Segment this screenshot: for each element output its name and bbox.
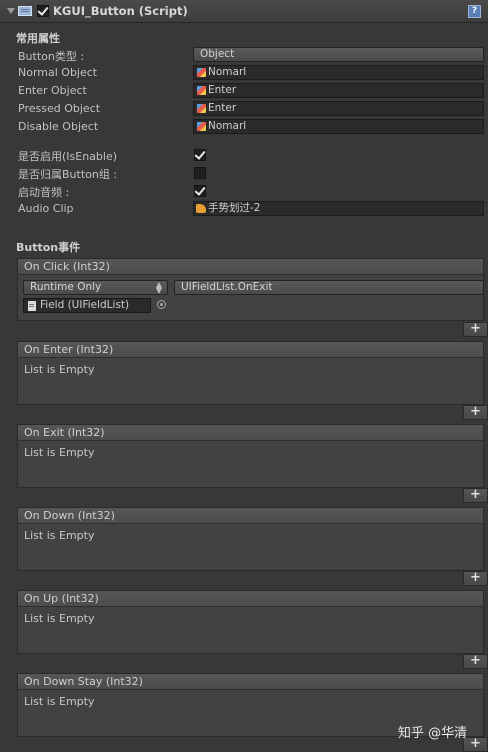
normal-object-label: Normal Object xyxy=(18,66,98,79)
button-type-dropdown[interactable]: Object xyxy=(193,47,484,62)
runtime-mode-value: Runtime Only xyxy=(30,281,102,293)
audio-clip-icon xyxy=(196,204,206,213)
updown-arrow-icon: ▲ ▼ xyxy=(155,280,162,295)
button-type-label: Button类型 : xyxy=(18,50,85,63)
script-file-icon xyxy=(28,301,36,311)
is-enable-checkbox[interactable] xyxy=(194,149,206,161)
normal-object-value: Nomarl xyxy=(208,66,247,78)
pressed-object-label: Pressed Object xyxy=(18,102,101,115)
list-empty-text: List is Empty xyxy=(24,363,95,376)
on-down-add-button[interactable]: + xyxy=(463,571,488,586)
disable-object-label: Disable Object xyxy=(18,120,99,133)
function-dropdown[interactable]: UIFieldList.OnExit xyxy=(174,280,484,295)
list-empty-text: List is Empty xyxy=(24,446,95,459)
button-group-checkbox[interactable] xyxy=(194,167,206,179)
gameobject-icon xyxy=(197,68,206,77)
help-icon[interactable]: ? xyxy=(468,5,481,18)
button-type-value: Object xyxy=(200,48,235,60)
gameobject-icon xyxy=(197,122,206,131)
runtime-mode-dropdown[interactable]: Runtime Only ▲ ▼ xyxy=(23,280,168,295)
list-empty-text: List is Empty xyxy=(24,612,95,625)
button-group-label: 是否归属Button组 : xyxy=(18,168,118,181)
disable-object-field[interactable]: Nomarl xyxy=(193,119,484,134)
audio-enable-checkbox[interactable] xyxy=(194,185,206,197)
is-enable-label: 是否启用(IsEnable) xyxy=(18,150,118,163)
list-empty-text: List is Empty xyxy=(24,695,95,708)
audio-clip-value: 手势划过-2 xyxy=(208,202,261,214)
component-title: KGUI_Button (Script) xyxy=(53,4,188,18)
on-down-event: On Down (Int32) List is Empty xyxy=(17,507,484,571)
pressed-object-field[interactable]: Enter xyxy=(193,101,484,116)
script-icon xyxy=(18,6,32,16)
audio-clip-field[interactable]: 手势划过-2 xyxy=(193,201,484,216)
on-up-add-button[interactable]: + xyxy=(463,654,488,669)
function-value: UIFieldList.OnExit xyxy=(181,281,273,293)
on-click-event: On Click (Int32) Runtime Only ▲ ▼ UIField… xyxy=(17,258,484,321)
on-exit-header: On Exit (Int32) xyxy=(18,425,483,441)
gameobject-icon xyxy=(197,86,206,95)
target-object-value: Field (UIFieldList) xyxy=(40,299,130,311)
on-enter-event: On Enter (Int32) List is Empty xyxy=(17,341,484,405)
object-picker-icon[interactable] xyxy=(157,300,166,309)
on-exit-add-button[interactable]: + xyxy=(463,488,488,503)
on-click-add-button[interactable]: + xyxy=(463,322,488,337)
on-down-header: On Down (Int32) xyxy=(18,508,483,524)
watermark: 知乎 @华清 xyxy=(398,726,468,741)
pressed-object-value: Enter xyxy=(208,102,237,114)
target-object-field[interactable]: Field (UIFieldList) xyxy=(23,298,151,313)
on-down-stay-header: On Down Stay (Int32) xyxy=(18,674,483,690)
normal-object-field[interactable]: Nomarl xyxy=(193,65,484,80)
gameobject-icon xyxy=(197,104,206,113)
on-click-header: On Click (Int32) xyxy=(18,259,483,275)
component-header[interactable]: KGUI_Button (Script) ? xyxy=(0,0,488,23)
audio-clip-label: Audio Clip xyxy=(18,202,74,215)
on-enter-header: On Enter (Int32) xyxy=(18,342,483,358)
on-enter-add-button[interactable]: + xyxy=(463,405,488,420)
audio-enable-label: 启动音频 : xyxy=(18,186,70,199)
on-up-event: On Up (Int32) List is Empty xyxy=(17,590,484,654)
on-up-header: On Up (Int32) xyxy=(18,591,483,607)
enter-object-label: Enter Object xyxy=(18,84,87,97)
component-enable-checkbox[interactable] xyxy=(37,5,49,17)
enter-object-field[interactable]: Enter xyxy=(193,83,484,98)
common-section-title: 常用属性 xyxy=(16,32,60,45)
enter-object-value: Enter xyxy=(208,84,237,96)
events-section-title: Button事件 xyxy=(16,241,81,254)
on-exit-event: On Exit (Int32) List is Empty xyxy=(17,424,484,488)
foldout-arrow-icon[interactable] xyxy=(7,8,15,14)
list-empty-text: List is Empty xyxy=(24,529,95,542)
disable-object-value: Nomarl xyxy=(208,120,247,132)
